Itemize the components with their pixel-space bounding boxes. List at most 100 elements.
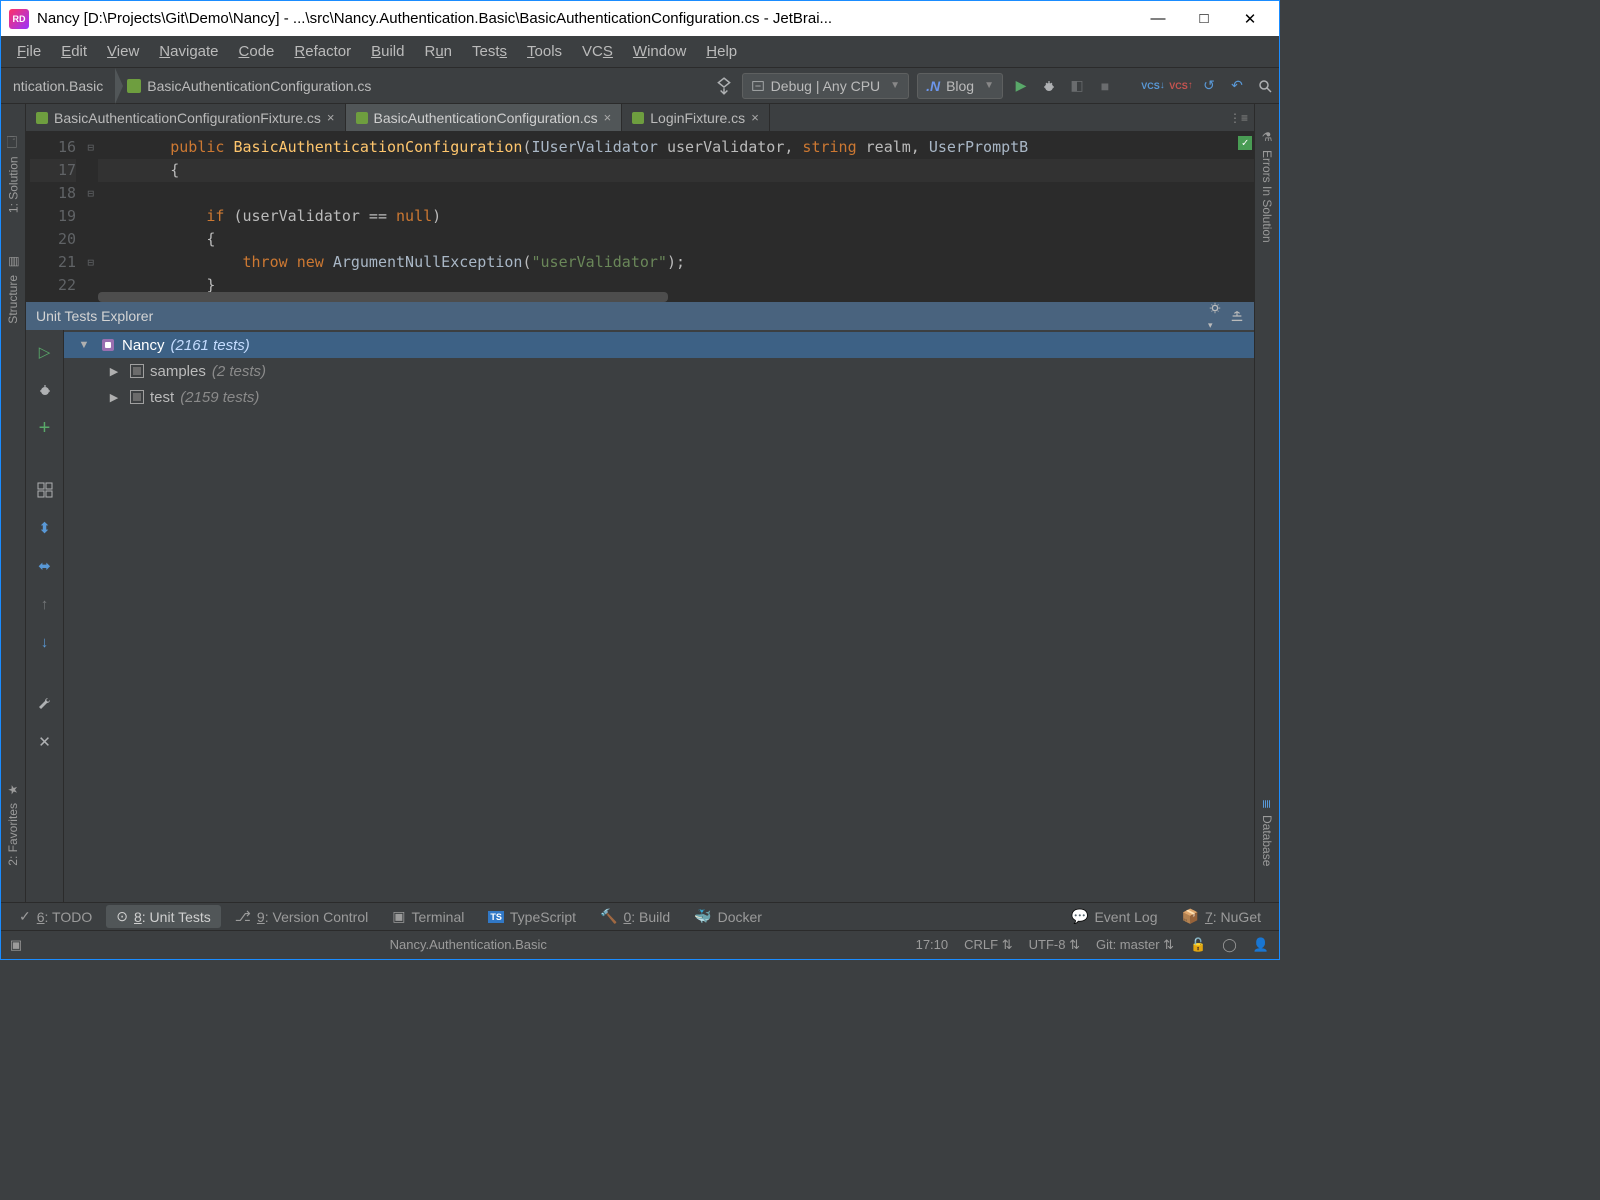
menu-vcs[interactable]: VCS: [572, 39, 623, 64]
coverage-button[interactable]: ◧: [1063, 72, 1091, 100]
tool-nuget[interactable]: 📦7: NuGet: [1172, 905, 1271, 928]
tree-label: samples: [150, 363, 206, 380]
fold-icon[interactable]: ⊟: [87, 251, 94, 274]
history-button[interactable]: ↺: [1195, 72, 1223, 100]
tab-label: LoginFixture.cs: [650, 110, 745, 126]
expand-icon[interactable]: ▶: [104, 365, 124, 378]
status-bar: ▣ Nancy.Authentication.Basic 17:10 CRLF …: [1, 930, 1279, 958]
tab-database[interactable]: ≣Database: [1258, 793, 1276, 872]
add-button[interactable]: +: [33, 416, 57, 440]
menu-navigate[interactable]: Navigate: [149, 39, 228, 64]
breadcrumb-file[interactable]: BasicAuthenticationConfiguration.cs: [115, 68, 383, 103]
collapse-icon[interactable]: ▼: [74, 339, 94, 351]
tab-structure[interactable]: Structure▤: [4, 249, 22, 330]
tool-build[interactable]: 🔨0: Build: [590, 905, 680, 928]
tool-todo[interactable]: ✓6: TODO: [9, 905, 102, 928]
inspector-icon[interactable]: 👤: [1253, 937, 1269, 953]
stop-button[interactable]: ■: [1091, 72, 1119, 100]
debug-tests-button[interactable]: [33, 378, 57, 402]
tool-unit-tests[interactable]: ⊙8: Unit Tests: [106, 905, 221, 928]
config-selector[interactable]: Debug | Any CPU ▼: [742, 73, 909, 99]
build-solution-button[interactable]: [710, 72, 738, 100]
tab-label: BasicAuthenticationConfiguration.cs: [374, 110, 598, 126]
unit-tests-header: Unit Tests Explorer ▾: [26, 302, 1254, 330]
close-panel-button[interactable]: ✕: [33, 730, 57, 754]
tool-typescript[interactable]: TSTypeScript: [478, 906, 586, 928]
menu-tools[interactable]: Tools: [517, 39, 572, 64]
todo-icon: ✓: [19, 908, 31, 925]
close-button[interactable]: ✕: [1241, 10, 1259, 28]
tab-fixture[interactable]: BasicAuthenticationConfigurationFixture.…: [26, 104, 346, 131]
tab-overflow[interactable]: ⋮≡: [1223, 104, 1254, 131]
expand-all-button[interactable]: ⬍: [33, 516, 57, 540]
config-label: Debug | Any CPU: [771, 78, 880, 94]
minimize-button[interactable]: —: [1149, 10, 1167, 28]
test-tree[interactable]: ▼ Nancy (2161 tests) ▶ samples (2 tests)…: [64, 330, 1254, 902]
maximize-button[interactable]: □: [1195, 10, 1213, 28]
lock-icon[interactable]: 🔓: [1190, 937, 1206, 953]
vcs-commit-button[interactable]: VCS↑: [1167, 72, 1195, 100]
search-everywhere-button[interactable]: [1251, 72, 1279, 100]
layout-button[interactable]: [33, 478, 57, 502]
horizontal-scrollbar[interactable]: [98, 292, 668, 302]
structure-icon: ▤: [6, 255, 20, 269]
close-icon[interactable]: ×: [327, 110, 335, 125]
menu-view[interactable]: View: [97, 39, 149, 64]
csharp-file-icon: [127, 79, 141, 93]
menu-code[interactable]: Code: [229, 39, 285, 64]
breadcrumb-folder[interactable]: ntication.Basic: [1, 68, 115, 103]
inspection-ok-icon[interactable]: ✓: [1238, 136, 1252, 150]
tab-errors[interactable]: ⚗Errors In Solution: [1258, 124, 1276, 249]
tab-solution[interactable]: 1: Solution🗔: [1, 124, 26, 219]
tree-item-samples[interactable]: ▶ samples (2 tests): [64, 358, 1254, 384]
next-button[interactable]: ↓: [33, 630, 57, 654]
gutter: 16⊟ 17 18⊟ 19 20 21⊟ 22 23: [26, 132, 98, 302]
tree-label: Nancy: [122, 337, 165, 354]
menu-edit[interactable]: Edit: [51, 39, 97, 64]
fold-icon[interactable]: ⊟: [87, 136, 94, 159]
wrench-icon[interactable]: [33, 692, 57, 716]
tree-item-test[interactable]: ▶ test (2159 tests): [64, 384, 1254, 410]
fold-icon[interactable]: ⊟: [87, 182, 94, 205]
status-line-col[interactable]: 17:10: [916, 937, 949, 952]
expand-icon[interactable]: ▶: [104, 391, 124, 404]
memory-icon[interactable]: ◯: [1222, 937, 1237, 953]
status-git[interactable]: Git: master ⇅: [1096, 937, 1174, 953]
debug-button[interactable]: [1035, 72, 1063, 100]
tool-eventlog[interactable]: 💬Event Log: [1061, 905, 1168, 928]
dock-icon[interactable]: [1230, 309, 1244, 323]
docker-icon: 🐳: [694, 908, 711, 925]
menu-build[interactable]: Build: [361, 39, 414, 64]
collapse-all-button[interactable]: ⬌: [33, 554, 57, 578]
solution-icon: 🗔: [3, 130, 23, 151]
tree-root[interactable]: ▼ Nancy (2161 tests): [64, 332, 1254, 358]
status-encoding[interactable]: UTF-8 ⇅: [1029, 937, 1080, 953]
run-button[interactable]: ▶: [1007, 72, 1035, 100]
close-icon[interactable]: ×: [751, 110, 759, 125]
speech-icon: 💬: [1071, 908, 1088, 925]
tool-docker[interactable]: 🐳Docker: [684, 905, 772, 928]
menu-help[interactable]: Help: [696, 39, 747, 64]
tool-vcs[interactable]: ⎇9: Version Control: [225, 905, 378, 928]
status-line-sep[interactable]: CRLF ⇅: [964, 937, 1012, 953]
close-icon[interactable]: ×: [604, 110, 612, 125]
tab-config[interactable]: BasicAuthenticationConfiguration.cs ×: [346, 104, 623, 131]
tool-terminal[interactable]: ▣Terminal: [382, 905, 474, 928]
csharp-file-icon: [356, 112, 368, 124]
quick-panel-icon[interactable]: ▣: [1, 937, 31, 953]
vcs-update-button[interactable]: VCS↓: [1139, 72, 1167, 100]
menu-window[interactable]: Window: [623, 39, 696, 64]
run-tests-button[interactable]: ▷: [33, 340, 57, 364]
panel-title: Unit Tests Explorer: [36, 308, 153, 324]
menu-refactor[interactable]: Refactor: [284, 39, 361, 64]
revert-button[interactable]: ↶: [1223, 72, 1251, 100]
gear-icon[interactable]: ▾: [1208, 301, 1222, 331]
tab-favorites[interactable]: 2: Favorites★: [4, 777, 22, 872]
run-target-selector[interactable]: .N Blog ▼: [917, 73, 1003, 99]
prev-button[interactable]: ↑: [33, 592, 57, 616]
menu-file[interactable]: File: [7, 39, 51, 64]
menu-run[interactable]: Run: [414, 39, 462, 64]
code-editor[interactable]: 16⊟ 17 18⊟ 19 20 21⊟ 22 23 public BasicA…: [26, 132, 1254, 302]
tab-login[interactable]: LoginFixture.cs ×: [622, 104, 770, 131]
menu-tests[interactable]: Tests: [462, 39, 517, 64]
